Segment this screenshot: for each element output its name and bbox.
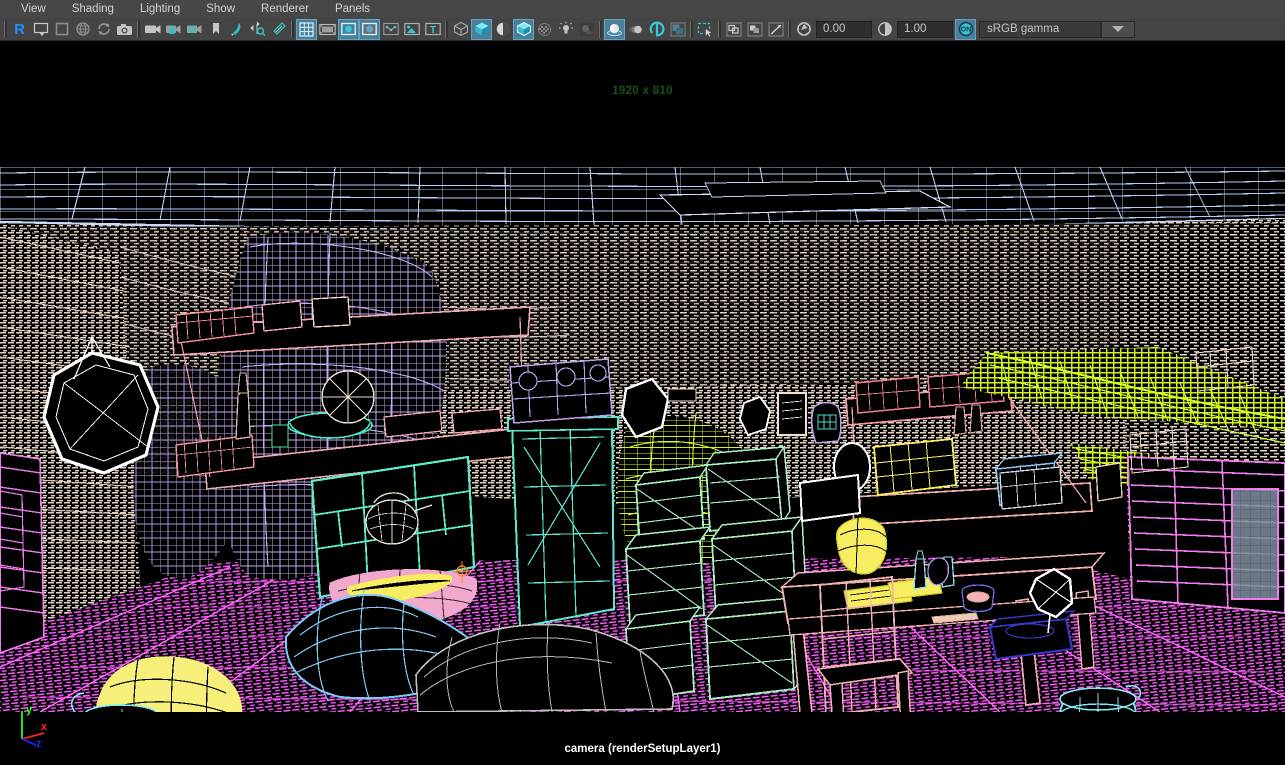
exposure-aperture-icon[interactable] xyxy=(793,19,814,40)
color-space-dropdown[interactable] xyxy=(1101,20,1135,38)
menu-shading[interactable]: Shading xyxy=(59,0,127,18)
render-view-toolbar: R T 0.00 1.00 ON sRGB gamma xyxy=(0,18,1285,41)
transparency-checker-icon[interactable] xyxy=(534,19,555,40)
menu-view[interactable]: View xyxy=(8,0,59,18)
menu-show[interactable]: Show xyxy=(193,0,248,18)
shaded-wireframe-icon[interactable] xyxy=(492,19,513,40)
grid-icon[interactable] xyxy=(296,18,317,40)
menu-lighting[interactable]: Lighting xyxy=(127,0,193,18)
redshift-logo-letter: R xyxy=(14,20,25,38)
toolbar-separator xyxy=(597,19,604,40)
color-space-field[interactable]: sRGB gamma xyxy=(979,20,1101,38)
redshift-logo-icon[interactable]: R xyxy=(9,19,30,40)
film-gate-icon[interactable] xyxy=(317,19,338,40)
camera-icon[interactable] xyxy=(142,19,163,40)
toolbar-separator xyxy=(289,19,296,40)
right-window-louvers xyxy=(1127,456,1285,614)
paste-view-icon[interactable] xyxy=(744,19,765,40)
ao-sphere-icon[interactable] xyxy=(604,18,625,40)
reset-view-icon[interactable] xyxy=(765,19,786,40)
paint-brush-icon[interactable] xyxy=(226,19,247,40)
toolbar-separator xyxy=(2,19,9,40)
toolbar-separator xyxy=(135,19,142,40)
refresh-icon[interactable] xyxy=(93,19,114,40)
motion-blur-icon[interactable] xyxy=(625,19,646,40)
menu-panels[interactable]: Panels xyxy=(322,0,383,18)
purple-stove xyxy=(509,358,613,424)
xray-joints-icon[interactable] xyxy=(380,19,401,40)
textured-cube-icon[interactable] xyxy=(513,18,534,40)
toolbar-separator xyxy=(443,19,450,40)
shadows-icon[interactable] xyxy=(576,19,597,40)
wireframe-cube-icon[interactable] xyxy=(450,19,471,40)
snapshot-camera-icon[interactable] xyxy=(114,19,135,40)
resolution-label: 1920 x 810 xyxy=(612,85,673,97)
camera-lock-icon[interactable] xyxy=(163,19,184,40)
smooth-shade-cube-icon[interactable] xyxy=(471,18,492,40)
chevron-down-icon xyxy=(1112,26,1124,32)
teal-cabinet xyxy=(507,416,619,629)
render-frame-icon[interactable] xyxy=(51,19,72,40)
bookmark-icon[interactable] xyxy=(205,19,226,40)
render-viewport[interactable]: 1920 x 810 y x z camera (renderSetupLaye… xyxy=(0,41,1285,765)
gamma-value-field[interactable]: 1.00 xyxy=(897,20,953,38)
menu-bar: View Shading Lighting Show Renderer Pane… xyxy=(0,0,1285,18)
toolbar-separator xyxy=(786,19,793,40)
menu-renderer[interactable]: Renderer xyxy=(248,0,322,18)
copy-view-icon[interactable] xyxy=(723,19,744,40)
wireframe-scene xyxy=(0,167,1285,712)
color-management-label: ON xyxy=(960,27,971,34)
gamma-contrast-icon[interactable] xyxy=(874,19,895,40)
use-lights-icon[interactable] xyxy=(555,19,576,40)
exposure-value-field[interactable]: 0.00 xyxy=(816,20,872,38)
camera-settings-icon[interactable] xyxy=(184,19,205,40)
gate-mask-icon[interactable] xyxy=(359,18,380,40)
axis-gizmo: y x z xyxy=(21,704,48,747)
svg-text:T: T xyxy=(429,25,435,36)
toolbar-separator xyxy=(716,19,723,40)
rendered-image[interactable] xyxy=(0,167,1285,712)
left-window-louvers xyxy=(0,452,45,654)
axis-label-x: x xyxy=(41,721,48,733)
move-pivot-icon[interactable] xyxy=(247,19,268,40)
toolbar-separator xyxy=(688,19,695,40)
multisample-icon[interactable] xyxy=(646,19,667,40)
axis-label-y: y xyxy=(26,704,33,716)
screen-space-ao-icon[interactable] xyxy=(667,19,688,40)
color-management-on-icon[interactable]: ON xyxy=(955,18,976,40)
image-plane-icon[interactable] xyxy=(401,19,422,40)
text-overlay-icon[interactable]: T xyxy=(422,19,443,40)
ipr-globe-icon[interactable] xyxy=(72,19,93,40)
resolution-gate-icon[interactable] xyxy=(338,18,359,40)
render-region-icon[interactable] xyxy=(30,19,51,40)
camera-label: camera (renderSetupLayer1) xyxy=(564,743,721,755)
measure-tool-icon[interactable] xyxy=(268,19,289,40)
isolate-select-icon[interactable] xyxy=(695,19,716,40)
